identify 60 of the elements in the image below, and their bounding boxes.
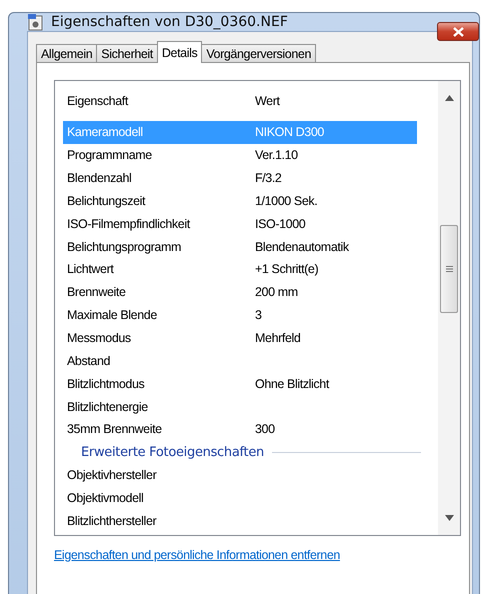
property-row[interactable]: Blitzlichtmodus Ohne Blitzlicht <box>63 372 417 396</box>
property-value: Ohne Blitzlicht <box>255 376 330 391</box>
scroll-up-icon[interactable] <box>444 95 454 101</box>
property-row[interactable]: Objektivmodell <box>63 486 417 510</box>
property-name: Maximale Blende <box>67 308 158 322</box>
scrollbar[interactable] <box>438 81 460 535</box>
column-header[interactable]: Wert <box>255 94 438 108</box>
property-name: Programmname <box>67 148 153 162</box>
tab[interactable]: Allgemein <box>36 44 98 63</box>
property-value: Ver.1.10 <box>255 148 299 162</box>
property-row[interactable]: Blitzlichtenergie <box>63 395 417 418</box>
remove-properties-link[interactable]: Eigenschaften und persönliche Informationen entfernen <box>54 548 340 562</box>
property-name: Blitzlichtmodus <box>67 376 146 391</box>
property-name: Objektivhersteller <box>67 468 158 482</box>
group-heading: Erweiterte Fotoeigenschaften <box>81 444 264 460</box>
column-header[interactable]: Eigenschaft <box>67 94 255 108</box>
property-row[interactable]: Abstand <box>63 349 417 372</box>
property-name: Lichtwert <box>67 262 115 276</box>
property-row[interactable]: Lichtwert +1 Schritt(e) <box>63 258 417 281</box>
property-name: Abstand <box>67 354 112 368</box>
property-name: Objektivmodell <box>67 490 144 505</box>
property-value: NIKON D300 <box>255 125 325 140</box>
property-value: Blendenautomatik <box>255 240 350 254</box>
property-name: Messmodus <box>67 331 132 346</box>
property-value: Mehrfeld <box>255 331 302 346</box>
property-name: Blendenzahl <box>67 171 132 186</box>
property-name: Brennweite <box>67 285 127 300</box>
property-row[interactable]: Belichtungsprogramm Blendenautomatik <box>63 235 417 258</box>
property-row[interactable]: Belichtungszeit 1/1000 Sek. <box>63 190 417 212</box>
property-row[interactable]: ISO-Filmempfindlichkeit ISO-1000 <box>63 212 417 236</box>
property-row[interactable]: 35mm Brennweite 300 <box>63 418 417 441</box>
property-value: 200 mm <box>255 285 299 300</box>
tab[interactable]: Vorgängerversionen <box>201 44 316 63</box>
property-row[interactable]: Brennweite 200 mm <box>63 280 417 304</box>
scroll-thumb[interactable] <box>440 225 458 313</box>
property-name: Kameramodell <box>67 125 144 140</box>
property-value: 300 <box>255 422 276 436</box>
property-value: 3 <box>255 308 263 322</box>
tab[interactable]: Sicherheit <box>96 44 158 63</box>
property-value: +1 Schritt(e) <box>255 262 320 276</box>
property-value: ISO-1000 <box>255 216 306 231</box>
property-row[interactable]: Maximale Blende 3 <box>63 304 417 327</box>
property-value: 1/1000 Sek. <box>255 194 318 208</box>
property-name: Blitzlichthersteller <box>67 514 158 528</box>
property-name: Blitzlichtenergie <box>67 400 149 414</box>
property-row[interactable]: Blitzlichthersteller <box>63 509 417 532</box>
window-title: Eigenschaften von D30_0360.NEF <box>51 14 288 30</box>
tab[interactable]: Details <box>156 41 202 63</box>
close-button[interactable] <box>437 22 479 41</box>
property-name: Belichtungszeit <box>67 194 146 208</box>
property-name: ISO-Filmempfindlichkeit <box>67 216 192 231</box>
close-icon <box>452 26 464 36</box>
property-row[interactable]: Blendenzahl F/3.2 <box>63 166 417 190</box>
property-row[interactable]: Objektivhersteller <box>63 464 417 486</box>
property-row[interactable]: Messmodus Mehrfeld <box>63 326 417 350</box>
property-name: 35mm Brennweite <box>67 422 163 436</box>
scroll-down-icon[interactable] <box>444 515 454 521</box>
property-name: Belichtungsprogramm <box>67 240 182 254</box>
property-row[interactable]: Programmname Ver.1.10 <box>63 144 417 167</box>
property-value: F/3.2 <box>255 171 282 186</box>
